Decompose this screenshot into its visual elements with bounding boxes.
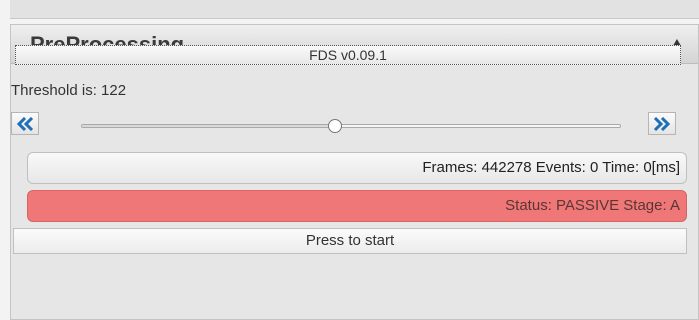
decrease-threshold-button[interactable] [11,112,39,135]
start-button[interactable]: Press to start [13,228,687,254]
version-button[interactable]: FDS v0.09.1 [15,45,681,65]
increase-threshold-button[interactable] [648,112,676,135]
status-display: Status: PASSIVE Stage: A [27,190,687,222]
double-chevron-right-icon [653,117,671,131]
frames-stats-display: Frames: 442278 Events: 0 Time: 0[ms] [27,152,687,184]
top-panel-strip [10,0,699,19]
double-chevron-left-icon [16,117,34,131]
threshold-slider-track[interactable] [81,124,621,128]
threshold-label: Threshold is: 122 [11,82,127,99]
threshold-slider-fill [82,125,335,127]
threshold-slider-thumb[interactable] [327,119,342,133]
